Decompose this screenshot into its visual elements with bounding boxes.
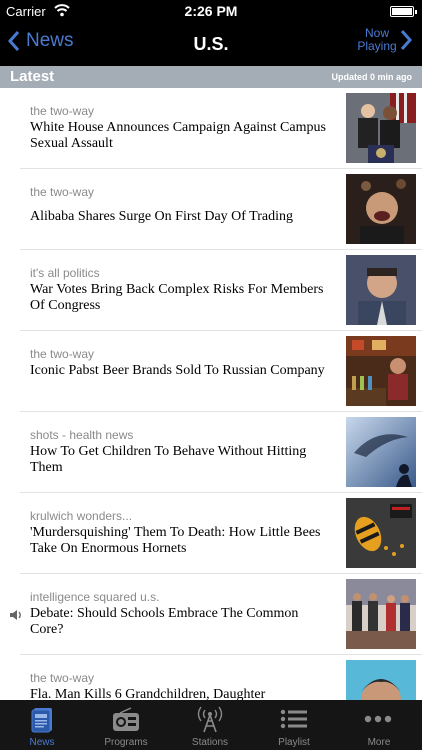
status-bar: Carrier 2:26 PM: [0, 0, 422, 22]
tab-label: News: [29, 737, 55, 748]
story-row[interactable]: the two-way Alibaba Shares Surge On Firs…: [0, 169, 422, 250]
story-headline: How To Get Children To Behave Without Hi…: [30, 444, 307, 475]
chevron-right-icon: [400, 30, 412, 50]
story-category: it's all politics: [30, 266, 100, 280]
story-headline: Iconic Pabst Beer Brands Sold To Russian…: [30, 363, 325, 378]
story-headline: 'Murdersquishing' Them To Death: How Lit…: [30, 525, 321, 556]
story-row[interactable]: the two-way Iconic Pabst Beer Brands Sol…: [0, 331, 422, 412]
tab-label: Programs: [104, 737, 148, 748]
story-row[interactable]: krulwich wonders... 'Murdersquishing' Th…: [0, 493, 422, 574]
battery-icon: [390, 6, 417, 17]
status-time: 2:26 PM: [184, 3, 238, 19]
story-headline: Alibaba Shares Surge On First Day Of Tra…: [30, 209, 294, 224]
tab-programs[interactable]: Programs: [84, 700, 168, 750]
story-thumbnail: [346, 174, 416, 244]
story-thumbnail: [346, 579, 416, 649]
section-title: Latest: [10, 68, 55, 85]
now-playing-button[interactable]: Now Playing: [357, 27, 412, 53]
story-thumbnail: [346, 255, 416, 325]
story-thumbnail: [346, 417, 416, 487]
story-row[interactable]: intelligence squared u.s. Debate: Should…: [0, 574, 422, 655]
story-category: shots - health news: [30, 428, 134, 442]
section-header: Latest Updated 0 min ago: [0, 66, 422, 88]
now-playing-line2: Playing: [357, 39, 397, 53]
story-category: intelligence squared u.s.: [30, 590, 160, 604]
navigation-bar: News U.S. Now Playing: [0, 22, 422, 66]
story-row[interactable]: shots - health news How To Get Children …: [0, 412, 422, 493]
speaker-icon: [9, 608, 23, 626]
story-row[interactable]: the two-way Fla. Man Kills 6 Grandchildr…: [0, 655, 422, 700]
tab-label: Playlist: [278, 737, 310, 748]
list-icon: [279, 705, 309, 733]
story-headline: Fla. Man Kills 6 Grandchildren, Daughter: [30, 687, 266, 700]
tab-news[interactable]: News: [0, 700, 84, 750]
tab-label: Stations: [191, 737, 229, 748]
story-thumbnail: [346, 660, 416, 700]
tab-bar: News Programs Stations Playlist More: [0, 700, 422, 750]
radio-icon: [111, 705, 141, 733]
tab-more[interactable]: More: [336, 700, 422, 750]
story-headline: War Votes Bring Back Complex Risks For M…: [30, 282, 324, 313]
story-list[interactable]: the two-way White House Announces Campai…: [0, 88, 422, 700]
tab-playlist[interactable]: Playlist: [252, 700, 336, 750]
story-category: the two-way: [30, 104, 95, 118]
story-thumbnail: [346, 93, 416, 163]
story-thumbnail: [346, 498, 416, 568]
more-dots-icon: [363, 705, 393, 733]
updated-timestamp: Updated 0 min ago: [331, 72, 412, 82]
story-category: krulwich wonders...: [30, 509, 133, 523]
story-category: the two-way: [30, 185, 95, 199]
antenna-icon: [195, 705, 225, 733]
story-category: the two-way: [30, 671, 95, 685]
story-thumbnail: [346, 336, 416, 406]
story-headline: Debate: Should Schools Embrace The Commo…: [30, 606, 299, 637]
story-row[interactable]: the two-way White House Announces Campai…: [0, 88, 422, 169]
story-headline: White House Announces Campaign Against C…: [30, 120, 326, 151]
story-category: the two-way: [30, 347, 95, 361]
tab-label: More: [367, 737, 391, 748]
story-row[interactable]: it's all politics War Votes Bring Back C…: [0, 250, 422, 331]
tab-stations[interactable]: Stations: [168, 700, 252, 750]
news-icon: [27, 705, 57, 733]
